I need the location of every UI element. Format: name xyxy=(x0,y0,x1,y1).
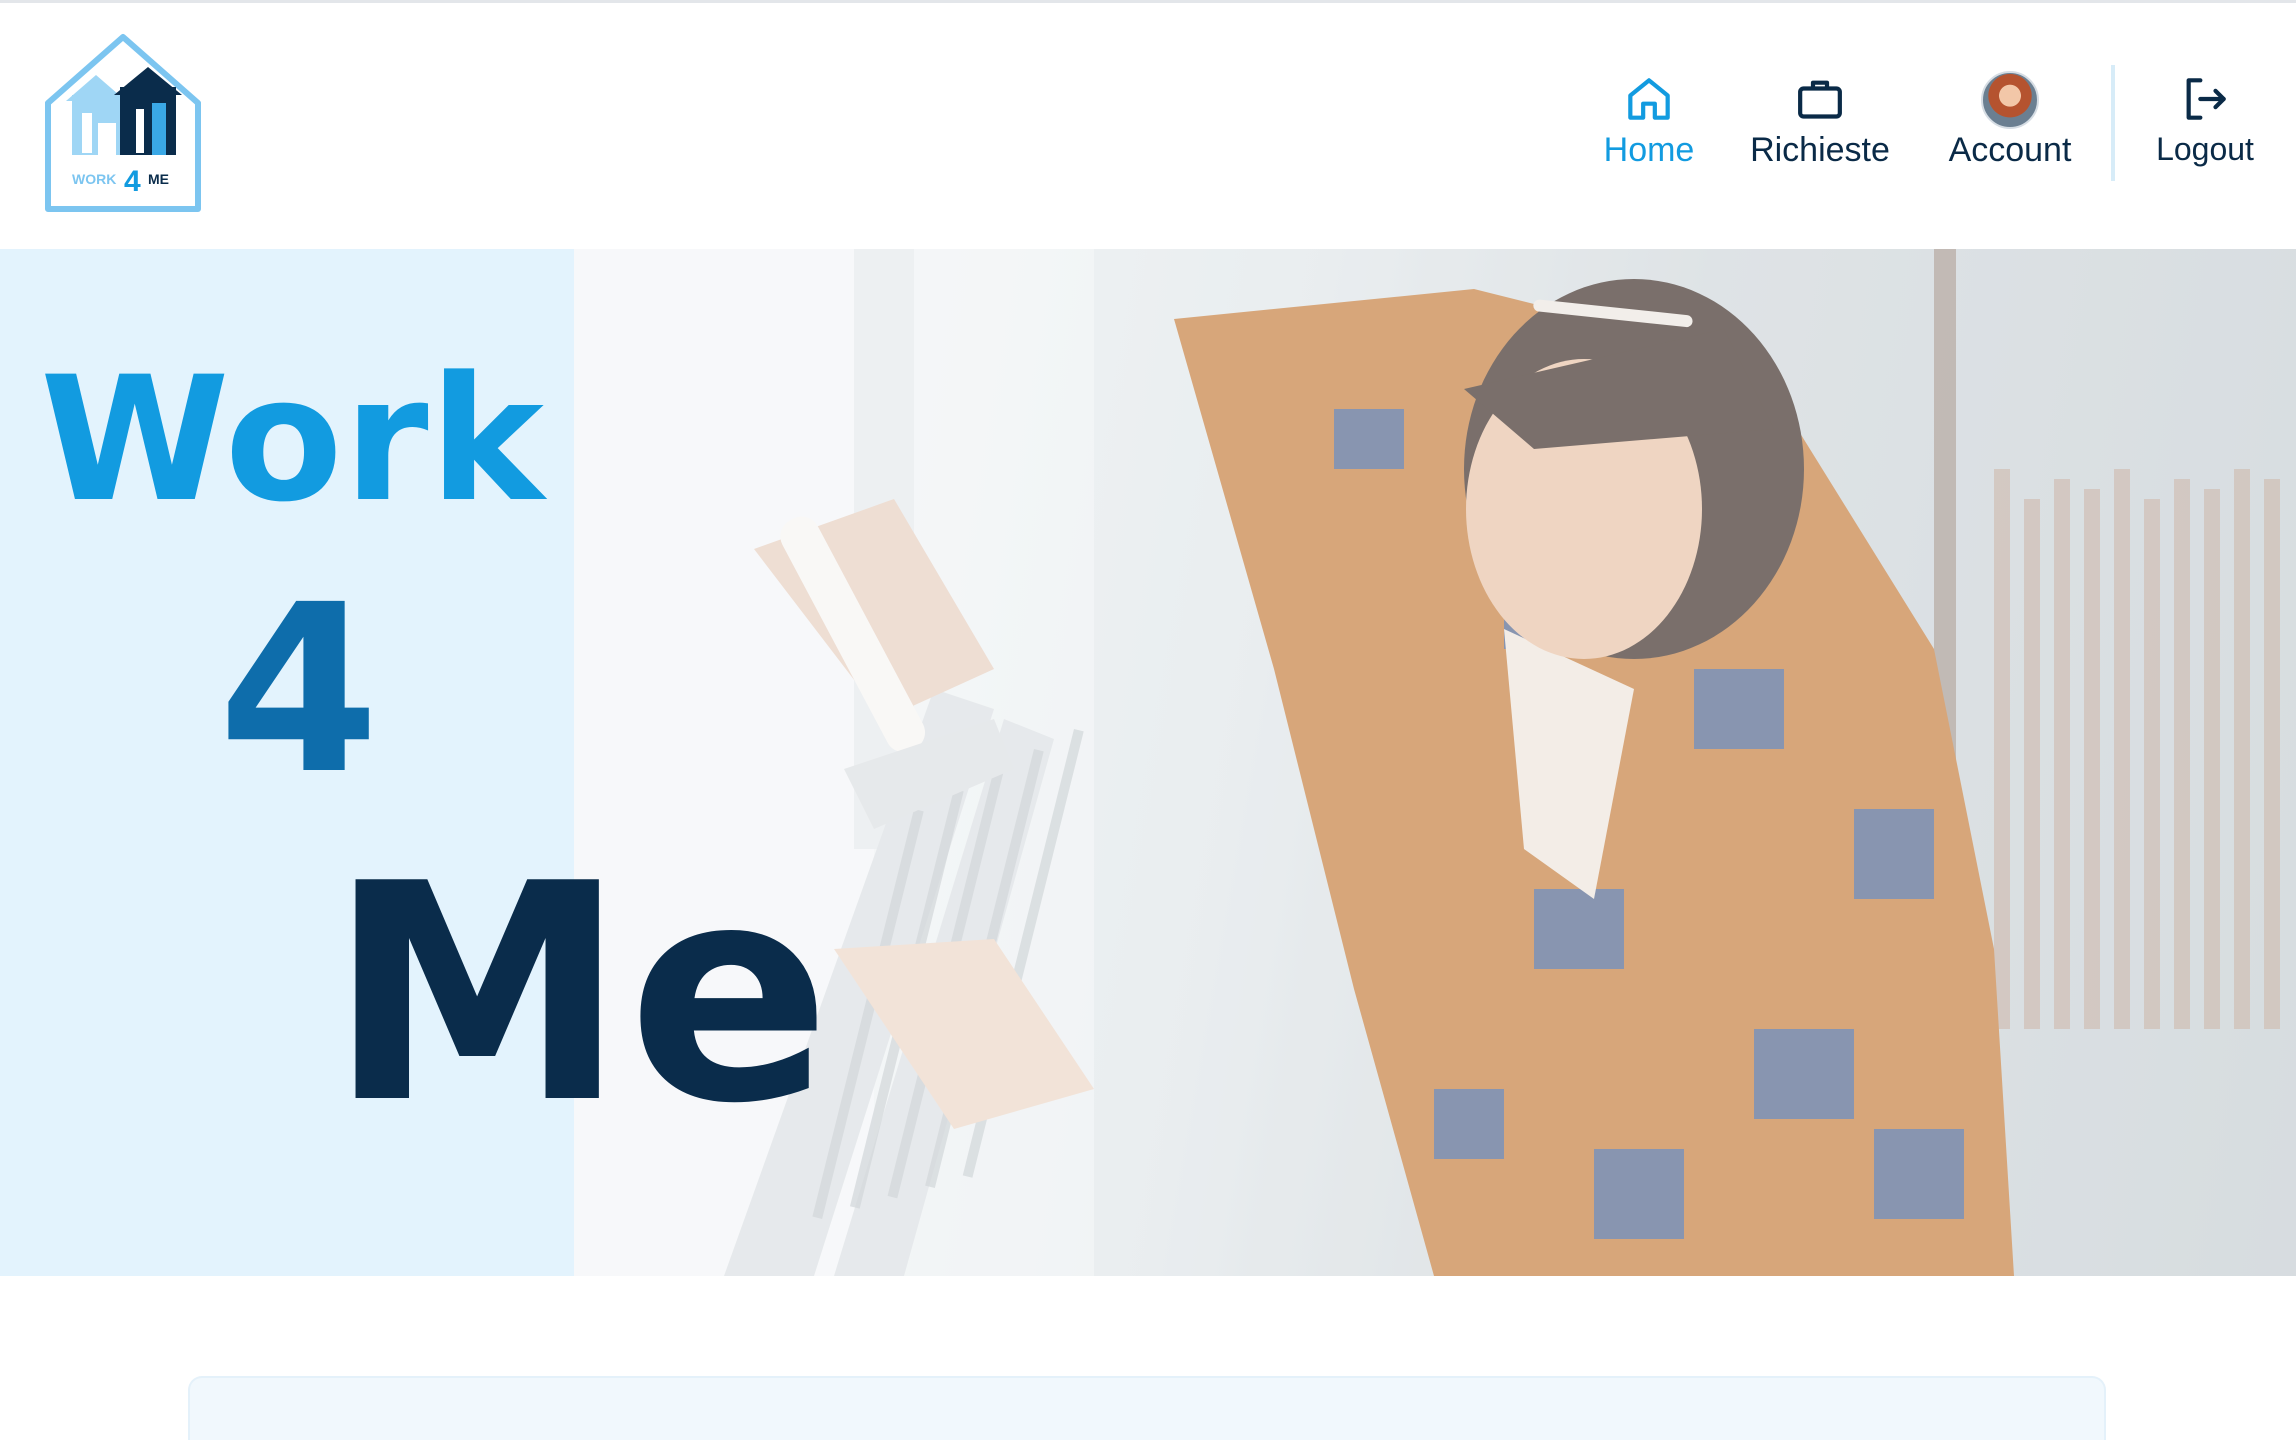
nav-richieste-label: Richieste xyxy=(1750,131,1890,169)
logout-icon xyxy=(2186,78,2226,120)
nav-account[interactable]: Account xyxy=(1930,71,2090,181)
logo-text-me: ME xyxy=(148,171,169,187)
hero-title-4: 4 xyxy=(218,555,381,825)
nav-home-label: Home xyxy=(1603,131,1695,169)
nav-logout[interactable]: Logout xyxy=(2140,71,2270,181)
content-card xyxy=(188,1376,2106,1440)
home-icon xyxy=(1628,78,1670,120)
logo-text-4: 4 xyxy=(124,165,141,198)
hero-banner: Work 4 Me xyxy=(0,249,2296,1276)
hero-photo xyxy=(574,249,2296,1276)
nav-divider xyxy=(2111,65,2115,181)
hero-title-me: Me xyxy=(328,820,833,1169)
logo-text-work: WORK xyxy=(72,171,116,187)
avatar xyxy=(1981,71,2039,129)
work4me-logo[interactable]: WORK 4 ME xyxy=(40,31,206,217)
briefcase-icon xyxy=(1798,80,1842,119)
site-header: WORK 4 ME Home Richieste Account Logout xyxy=(0,3,2296,249)
nav-account-label: Account xyxy=(1948,131,2072,169)
hero-illustration xyxy=(574,249,2296,1276)
nav-richieste[interactable]: Richieste xyxy=(1740,71,1900,181)
nav-home[interactable]: Home xyxy=(1594,71,1704,181)
hero-title-work: Work xyxy=(40,339,545,540)
nav-logout-label: Logout xyxy=(2156,131,2254,167)
